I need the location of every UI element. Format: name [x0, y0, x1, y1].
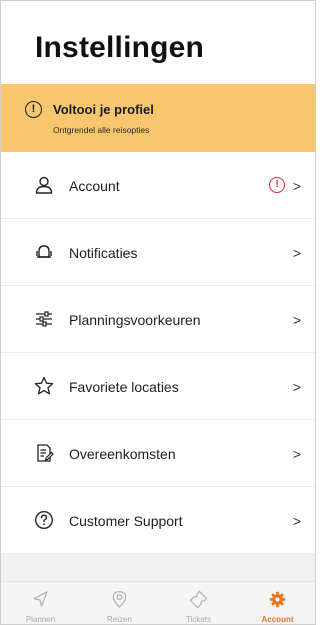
- banner-title: Voltooi je profiel: [53, 102, 154, 117]
- banner-subtitle: Ontgrendel alle reisopties: [53, 125, 150, 135]
- sliders-icon: [36, 311, 52, 327]
- app-screen: Instellingen ! Voltooi je profiel Ontgre…: [0, 0, 316, 625]
- tab-plannen[interactable]: Plannen: [1, 582, 80, 624]
- tab-label: Account: [261, 615, 294, 624]
- settings-item-label: Planningsvoorkeuren: [69, 312, 201, 328]
- tab-label: Plannen: [25, 615, 56, 624]
- settings-item-label: Account: [69, 178, 120, 194]
- warning-circle-icon: !: [25, 101, 42, 118]
- chevron-right-icon: >: [292, 178, 301, 194]
- gear-icon: [269, 591, 286, 608]
- settings-item-label: Favoriete locaties: [69, 379, 179, 395]
- settings-item-favorite-locations[interactable]: Favoriete locaties >: [1, 353, 315, 420]
- document-edit-icon: [37, 444, 54, 462]
- star-icon: [34, 376, 54, 395]
- bottom-tab-bar: Plannen Reizen Tickets Account: [1, 581, 315, 624]
- help-circle-icon: [34, 510, 54, 530]
- tab-label: Reizen: [107, 615, 132, 624]
- settings-item-notifications[interactable]: Notificaties >: [1, 219, 315, 286]
- chevron-right-icon: >: [292, 446, 301, 462]
- settings-item-customer-support[interactable]: Customer Support >: [1, 487, 315, 554]
- tab-tickets[interactable]: Tickets: [159, 582, 238, 624]
- page-title: Instellingen: [35, 31, 205, 64]
- list-footer-spacer: [1, 554, 315, 581]
- chevron-right-icon: >: [292, 245, 301, 261]
- settings-item-planning-preferences[interactable]: Planningsvoorkeuren >: [1, 286, 315, 353]
- chevron-right-icon: >: [292, 379, 301, 395]
- settings-item-label: Overeenkomsten: [69, 446, 176, 462]
- settings-item-account[interactable]: Account ! >: [1, 152, 315, 219]
- settings-item-agreements[interactable]: Overeenkomsten >: [1, 420, 315, 487]
- user-icon: [35, 176, 53, 194]
- tab-reizen[interactable]: Reizen: [80, 582, 159, 624]
- tab-label: Tickets: [185, 615, 212, 624]
- location-pin-icon: [112, 591, 127, 608]
- alert-icon: !: [269, 177, 285, 193]
- settings-list: Account ! > Notificaties > Planningsvoor…: [1, 152, 315, 554]
- settings-item-label: Notificaties: [69, 245, 138, 261]
- settings-item-label: Customer Support: [69, 513, 183, 529]
- bell-icon: [36, 245, 52, 258]
- chevron-right-icon: >: [292, 513, 301, 529]
- ticket-icon: [189, 590, 208, 609]
- chevron-right-icon: >: [292, 312, 301, 328]
- navigate-icon: [33, 591, 48, 607]
- tab-account[interactable]: Account: [238, 582, 315, 624]
- complete-profile-banner[interactable]: ! Voltooi je profiel Ontgrendel alle rei…: [1, 84, 315, 152]
